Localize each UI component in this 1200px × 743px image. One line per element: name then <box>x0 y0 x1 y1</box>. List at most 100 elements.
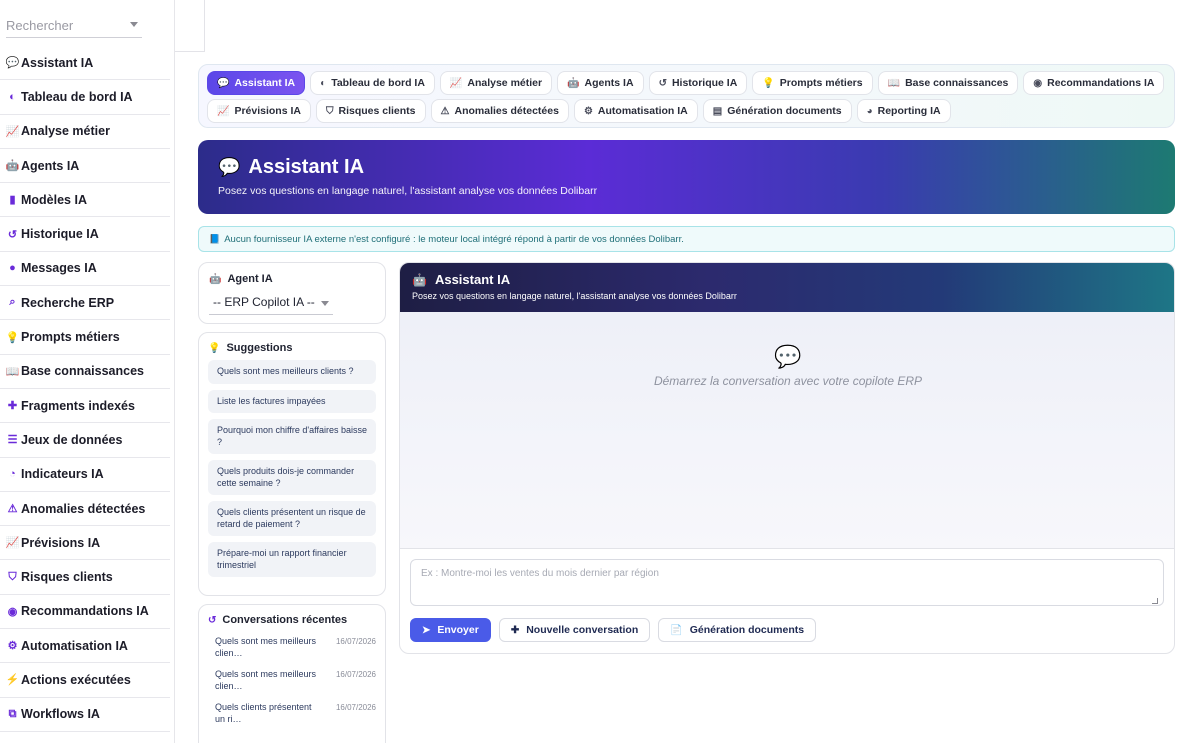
robot-icon: 🤖 <box>5 160 20 173</box>
tab-row2-5[interactable]: ▤ Génération documents <box>702 99 852 123</box>
sidebar-item-7[interactable]: ● Messages IA <box>0 252 170 287</box>
chat-subtitle: Posez vos questions en langage naturel, … <box>412 291 737 301</box>
sidebar-item-20[interactable]: ⧉ Workflows IA <box>0 698 170 732</box>
tab-row2-6[interactable]: ◕ Reporting IA <box>856 99 951 123</box>
sidebar-item-3[interactable]: 📈 Analyse métier <box>0 115 170 149</box>
plus-icon: ✚ <box>510 624 520 636</box>
sidebar-item-5[interactable]: ▮ Modèles IA <box>0 183 170 218</box>
resize-handle[interactable] <box>1152 598 1158 604</box>
send-label: Envoyer <box>437 624 479 636</box>
gears-icon: ⚙ <box>583 105 593 117</box>
chevron-down-icon[interactable] <box>130 22 138 27</box>
sidebar-item-11[interactable]: ✚ Fragments indexés <box>0 389 170 424</box>
agent-panel-title: 🤖 Agent IA <box>209 273 375 285</box>
recent-conversation-item[interactable]: Quels clients présentent un ri… 16/07/202… <box>208 702 376 725</box>
dashboard-icon: ◐ <box>9 90 16 103</box>
tab-row2-2[interactable]: ⛉ Risques clients <box>315 99 426 123</box>
sidebar-item-label: Modèles IA <box>21 192 87 207</box>
tab-row2-1[interactable]: 📈 Prévisions IA <box>207 99 311 123</box>
tab-row2-3[interactable]: ⚠ Anomalies détectées <box>430 99 569 123</box>
empty-state-text: Démarrez la conversation avec votre copi… <box>653 374 923 388</box>
history-icon: ↺ <box>658 77 667 89</box>
suggestion-item[interactable]: Quels sont mes meilleurs clients ? <box>208 360 376 384</box>
gears-icon: ⚙ <box>7 640 18 653</box>
sidebar-item-label: Jeux de données <box>21 432 123 447</box>
tab-row1-4[interactable]: 🤖 Agents IA <box>557 71 644 95</box>
sidebar-item-label: Indicateurs IA <box>21 467 104 482</box>
recent-title-label: Conversations récentes <box>222 614 348 626</box>
sidebar-item-13[interactable]: ◔ Indicateurs IA <box>0 458 170 492</box>
sidebar-item-19[interactable]: ⚡ Actions exécutées <box>0 663 170 698</box>
sidebar-item-15[interactable]: 📈 Prévisions IA <box>0 526 170 561</box>
sidebar-item-14[interactable]: ⚠ Anomalies détectées <box>0 492 170 527</box>
tab-label: Risques clients <box>338 105 416 117</box>
tab-row1-5[interactable]: ↺ Historique IA <box>648 71 748 95</box>
generate-documents-button[interactable]: 📄 Génération documents <box>658 618 817 642</box>
sidebar-item-10[interactable]: 📖 Base connaissances <box>0 355 170 389</box>
robot-icon: 🤖 <box>209 273 222 285</box>
tab-row1-8[interactable]: ◉ Recommandations IA <box>1023 71 1165 95</box>
open-book-icon: 📖 <box>5 365 20 378</box>
suggestion-item[interactable]: Pourquoi mon chiffre d'affaires baisse ? <box>208 419 376 454</box>
hero-title: 💬 Assistant IA <box>218 156 1155 179</box>
sidebar-item-12[interactable]: ☰ Jeux de données <box>0 423 170 458</box>
sidebar-item-18[interactable]: ⚙ Automatisation IA <box>0 629 170 664</box>
brain-icon: ◉ <box>7 605 18 618</box>
tab-bar: 💬 Assistant IA ◐ Tableau de bord IA 📈 Analyse… <box>198 64 1175 128</box>
new-conversation-button[interactable]: ✚ Nouvelle conversation <box>498 618 651 642</box>
message-input[interactable] <box>410 559 1164 606</box>
tab-row2-4[interactable]: ⚙ Automatisation IA <box>573 99 698 123</box>
tab-row1-2[interactable]: ◐ Tableau de bord IA <box>310 71 435 95</box>
sidebar-item-label: Analyse métier <box>21 124 110 139</box>
tab-label: Recommandations IA <box>1047 77 1155 89</box>
agent-select[interactable]: -- ERP Copilot IA -- <box>209 295 333 315</box>
tab-row-2: 📈 Prévisions IA ⛉ Risques clients ⚠ Anomalies… <box>207 99 1166 123</box>
sidebar-item-label: Historique IA <box>21 227 99 242</box>
suggestion-item[interactable]: Liste les factures impayées <box>208 389 376 413</box>
sidebar-item-8[interactable]: ⌕ Recherche ERP <box>0 286 170 321</box>
sidebar-item-2[interactable]: ◐ Tableau de bord IA <box>0 80 170 115</box>
sidebar-item-17[interactable]: ◉ Recommandations IA <box>0 595 170 630</box>
pie-chart-icon: ◕ <box>866 105 873 117</box>
search-box[interactable] <box>6 14 142 38</box>
suggestion-item[interactable]: Quels produits dois-je commander cette s… <box>208 460 376 495</box>
hero-banner: 💬 Assistant IA Posez vos questions en la… <box>198 140 1175 214</box>
chat-icon: 💬 <box>217 77 230 89</box>
tab-row1-3[interactable]: 📈 Analyse métier <box>439 71 553 95</box>
sidebar-item-9[interactable]: 💡 Prompts métiers <box>0 320 170 355</box>
suggestion-item[interactable]: Quels clients présentent un risque de re… <box>208 501 376 536</box>
sidebar-item-16[interactable]: ⛉ Risques clients <box>0 560 170 595</box>
tab-label: Prompts métiers <box>779 77 863 89</box>
lightbulb-icon: 💡 <box>208 342 221 354</box>
agent-panel: 🤖 Agent IA -- ERP Copilot IA -- <box>198 262 386 324</box>
suggestion-item[interactable]: Prépare-moi un rapport financier trimest… <box>208 542 376 577</box>
tab-row1-6[interactable]: 💡 Prompts métiers <box>752 71 873 95</box>
history-icon: ↺ <box>208 614 217 626</box>
tab-label: Analyse métier <box>467 77 543 89</box>
chat-bubbles-icon: 💬 <box>774 344 802 369</box>
recent-conversation-date: 16/07/2026 <box>335 703 376 712</box>
search-input[interactable] <box>6 18 124 33</box>
chat-actions: ➤ Envoyer ✚ Nouvelle conversation 📄 Géné… <box>410 618 817 642</box>
sidebar-item-label: Workflows IA <box>21 707 100 722</box>
tab-row1-7[interactable]: 📖 Base connaissances <box>877 71 1019 95</box>
sidebar-item-6[interactable]: ↺ Historique IA <box>0 217 170 252</box>
tab-label: Base connaissances <box>905 77 1009 89</box>
left-column: 🤖 Agent IA -- ERP Copilot IA -- 💡 Sugges… <box>198 262 386 743</box>
chat-icon: 💬 <box>218 157 241 177</box>
tab-label: Assistant IA <box>234 77 296 89</box>
sidebar-item-label: Recommandations IA <box>21 604 149 619</box>
recent-conversation-item[interactable]: Quels sont mes meilleurs clien… 16/07/202… <box>208 636 376 659</box>
warning-icon: ⚠ <box>440 105 450 117</box>
recent-conversation-item[interactable]: Quels sont mes meilleurs clien… 16/07/202… <box>208 669 376 692</box>
puzzle-icon: ✚ <box>7 400 18 413</box>
top-corner-box <box>175 0 205 52</box>
bolt-icon: ⚡ <box>5 674 20 687</box>
hero-subtitle: Posez vos questions en langage naturel, … <box>218 185 598 197</box>
tab-row1-1[interactable]: 💬 Assistant IA <box>207 71 306 95</box>
sidebar-item-4[interactable]: 🤖 Agents IA <box>0 149 170 184</box>
send-button[interactable]: ➤ Envoyer <box>410 618 491 642</box>
chat-icon: 💬 <box>5 57 20 70</box>
sidebar-item-1[interactable]: 💬 Assistant IA <box>0 46 170 81</box>
chat-panel: 🤖 Assistant IA Posez vos questions en la… <box>399 262 1175 654</box>
